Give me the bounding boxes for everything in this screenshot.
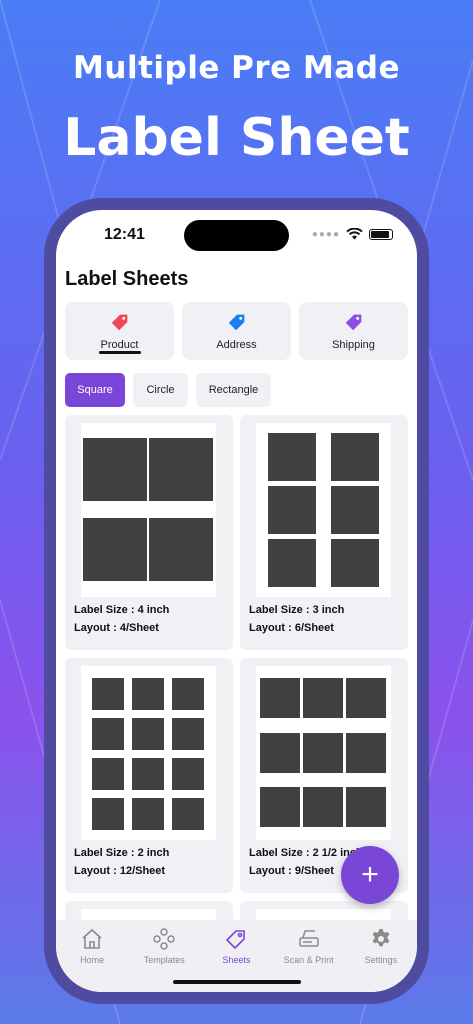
label-layout: Layout : 4/Sheet: [74, 622, 159, 634]
tag-icon: [226, 930, 246, 950]
tab-home[interactable]: Home: [57, 927, 127, 992]
label-layout: Layout : 6/Sheet: [249, 622, 334, 634]
status-bar: 12:41 ●●●●: [56, 210, 417, 262]
gear-icon: [372, 929, 390, 947]
label-cell: [149, 518, 213, 581]
label-cell: [92, 758, 124, 790]
label-size: Label Size : 3 inch: [249, 604, 345, 616]
dynamic-island: [184, 220, 289, 251]
category-label: Address: [216, 339, 257, 351]
shape-square-button[interactable]: Square: [65, 373, 125, 407]
category-product[interactable]: Product: [65, 302, 174, 360]
label-cell: [346, 787, 386, 827]
category-label: Shipping: [332, 339, 375, 351]
wifi-icon: [346, 228, 363, 240]
sheet-preview: [81, 666, 216, 840]
label-cell: [132, 798, 164, 830]
tab-label: Settings: [364, 955, 398, 965]
sheet-card-12-per-sheet[interactable]: Label Size : 2 inch Layout : 12/Sheet: [65, 658, 233, 893]
label-cell: [132, 718, 164, 750]
label-cell: [260, 733, 300, 773]
label-cell: [346, 733, 386, 773]
label-size: Label Size : 2 inch: [74, 847, 170, 859]
category-label: Product: [100, 339, 139, 351]
selected-indicator: [98, 351, 141, 354]
label-cell: [268, 539, 316, 587]
status-icons: ●●●●: [312, 228, 393, 240]
product-tag-icon: [111, 314, 127, 331]
shape-circle-button[interactable]: Circle: [133, 373, 188, 407]
label-cell: [172, 758, 204, 790]
label-cell: [331, 486, 379, 534]
label-cell: [172, 678, 204, 710]
label-layout: Layout : 9/Sheet: [249, 865, 334, 877]
home-indicator: [173, 980, 301, 984]
label-cell: [268, 486, 316, 534]
battery-icon: [369, 228, 393, 240]
status-time: 12:41: [104, 226, 145, 243]
shipping-tag-icon: [345, 314, 361, 331]
label-cell: [303, 733, 343, 773]
category-tabs: Product Address Shipping: [65, 302, 408, 360]
label-cell: [346, 678, 386, 718]
label-cell: [92, 718, 124, 750]
label-cell: [92, 678, 124, 710]
category-address[interactable]: Address: [182, 302, 291, 360]
label-size: Label Size : 4 inch: [74, 604, 170, 616]
label-cell: [83, 518, 147, 581]
tab-label: Sheets: [222, 955, 251, 965]
sheet-preview: [256, 666, 391, 840]
add-button[interactable]: +: [341, 846, 399, 904]
sheet-preview: [256, 423, 391, 597]
label-cell: [172, 718, 204, 750]
tab-label: Scan & Print: [283, 955, 334, 965]
label-cell: [260, 678, 300, 718]
label-cell: [303, 678, 343, 718]
sheet-preview: [81, 423, 216, 597]
label-layout: Layout : 12/Sheet: [74, 865, 166, 877]
scanner-icon: [298, 930, 319, 947]
label-cell: [260, 787, 300, 827]
phone-screen: 12:41 ●●●● Label Sheets Product Address …: [56, 210, 417, 992]
headline-subtitle: Multiple Pre Made: [73, 50, 400, 86]
templates-icon: [153, 928, 176, 950]
sheet-card-6-per-sheet[interactable]: Label Size : 3 inch Layout : 6/Sheet: [240, 415, 408, 650]
label-cell: [331, 539, 379, 587]
label-cell: [303, 787, 343, 827]
page-title: Label Sheets: [65, 268, 189, 290]
home-icon: [82, 928, 102, 949]
headline-title: Label Sheet: [63, 108, 410, 168]
tab-label: Templates: [143, 955, 185, 965]
label-cell: [132, 678, 164, 710]
label-cell: [172, 798, 204, 830]
label-cell: [83, 438, 147, 501]
tab-label: Home: [80, 955, 105, 965]
category-shipping[interactable]: Shipping: [299, 302, 408, 360]
label-cell: [149, 438, 213, 501]
shape-filter: Square Circle Rectangle: [65, 373, 271, 407]
label-cell: [92, 798, 124, 830]
address-tag-icon: [228, 314, 244, 331]
label-cell: [132, 758, 164, 790]
label-cell: [331, 433, 379, 481]
tab-settings[interactable]: Settings: [346, 927, 416, 992]
label-cell: [268, 433, 316, 481]
sheet-card-4-per-sheet[interactable]: Label Size : 4 inch Layout : 4/Sheet: [65, 415, 233, 650]
shape-rectangle-button[interactable]: Rectangle: [196, 373, 271, 407]
signal-icon: ●●●●: [311, 228, 340, 240]
